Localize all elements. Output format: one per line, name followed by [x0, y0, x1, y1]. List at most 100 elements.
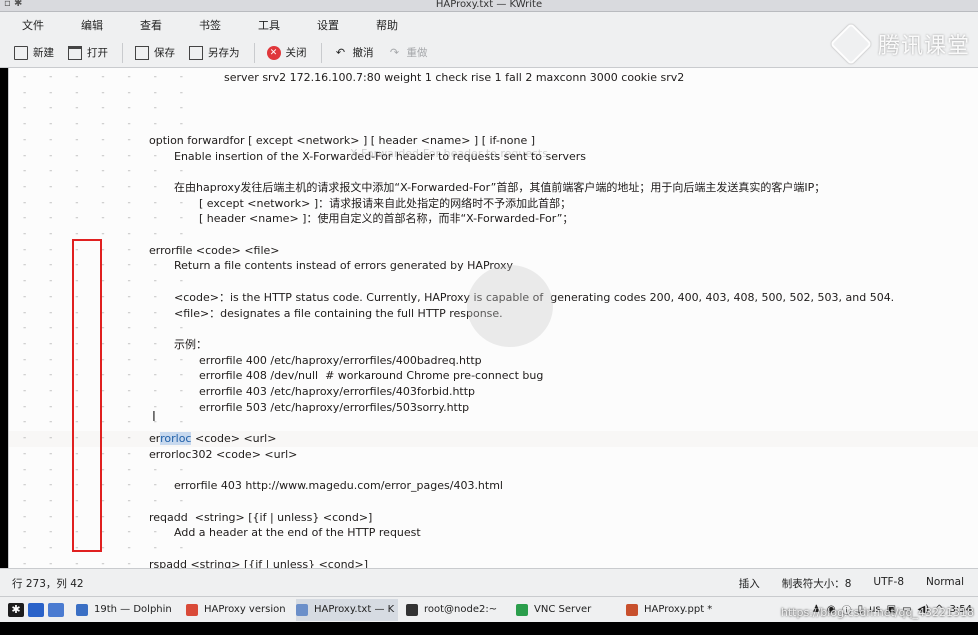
task-label: HAProxy version	[204, 604, 286, 615]
editor-line[interactable]: - - - - - - - errorfile <code> <file>	[9, 243, 978, 259]
indent-guide-dots: - - - - - - -	[23, 197, 184, 208]
redo-label: 重做	[406, 47, 428, 59]
new-label: 新建	[33, 47, 54, 59]
editor-line[interactable]: - - - - - - - 在由haproxy发往后端主机的请求报文中添加“X-F…	[9, 180, 978, 196]
new-document-icon	[14, 45, 28, 60]
selected-text[interactable]: rorloc	[160, 432, 192, 446]
indent-guide-dots: - - - - - - -	[23, 291, 184, 302]
editor-line[interactable]: - - - - - - -	[9, 463, 978, 479]
editor-line[interactable]: - - - - - - - [ header <name> ]：使用自定义的首部名…	[9, 211, 978, 227]
indent-guide-dots: - - - - - - -	[23, 495, 184, 506]
indent-guide-dots: - - - - - - -	[23, 527, 184, 538]
editor-line[interactable]: - - - - - - - errorloc302 <code> <url>	[9, 447, 978, 463]
undo-button[interactable]: ↶ 撤消	[334, 45, 374, 60]
app-icon	[406, 603, 418, 616]
folder-open-icon	[68, 45, 82, 60]
editor-line[interactable]: - - - - - - - [ except <network> ]：请求报请来自…	[9, 196, 978, 212]
editor-line[interactable]: - - - - - - -	[9, 117, 978, 133]
open-button[interactable]: 打开	[68, 45, 108, 60]
line-text: Add a header at the end of the HTTP requ…	[174, 526, 421, 540]
save-as-icon	[189, 45, 203, 60]
editor-line[interactable]: - - - - - - -	[9, 86, 978, 102]
highlight-mode[interactable]: Normal	[926, 576, 964, 591]
editor-line[interactable]: - - - - - - - rspadd <string> [{if | unle…	[9, 557, 978, 568]
menu-tools[interactable]: 工具	[258, 17, 280, 33]
menu-view[interactable]: 查看	[140, 17, 162, 33]
toolbar-separator	[122, 42, 123, 63]
watermark-text: 腾讯课堂	[877, 34, 970, 59]
save-as-button[interactable]: 另存为	[189, 45, 240, 60]
line-text: errorloc <code> <url>	[149, 432, 277, 446]
app-icon	[516, 603, 528, 616]
new-button[interactable]: 新建	[14, 45, 54, 60]
indent-guide-dots: - - - - - - -	[23, 386, 184, 396]
editor-line[interactable]: - - - - - - - server srv2 172.16.100.7:80…	[9, 70, 978, 86]
editor-line[interactable]: - - - - - - -	[9, 494, 978, 510]
save-as-label: 另存为	[208, 47, 240, 59]
indent-guide-dots: - - - - - - -	[23, 543, 184, 553]
tab-size[interactable]: 制表符大小：8	[782, 576, 852, 591]
editor-line[interactable]: - - - - - - - errorfile 403 http://www.ma…	[9, 478, 978, 494]
overlay-text: X-Forwarded-For header to requests	[350, 147, 548, 160]
launchers: ✱	[0, 602, 68, 617]
taskbar-task[interactable]: HAProxy version	[186, 599, 288, 621]
toolbar-separator	[253, 42, 255, 63]
undo-icon: ↶	[335, 45, 346, 59]
window-title: HAProxy.txt — KWrite	[435, 0, 543, 10]
line-text: errorfile <code> <file>	[149, 243, 280, 257]
task-label: root@node2:~	[424, 604, 498, 615]
indent-guide-dots: - - - - - - -	[23, 370, 184, 381]
indent-guide-dots: - - - - - - -	[23, 260, 184, 271]
taskbar-task[interactable]: VNC Server	[516, 599, 618, 621]
url-watermark: https://blog.csdn.net/qq_43221318	[780, 606, 974, 619]
task-label: VNC Server	[534, 604, 592, 615]
indent-guide-dots: - - - - - - -	[23, 401, 184, 412]
menu-bookmarks[interactable]: 书签	[199, 17, 221, 33]
indent-guide-dots: - - - - - - -	[23, 354, 184, 365]
line-text: 在由haproxy发往后端主机的请求报文中添加“X-Forwarded-For”…	[174, 180, 826, 194]
taskbar-task[interactable]: 19th — Dolphin	[76, 599, 178, 621]
close-icon: ✕	[266, 45, 281, 60]
cursor-position[interactable]: 行 273，列 42	[12, 576, 84, 591]
menu-edit[interactable]: 编辑	[81, 17, 103, 33]
indent-guide-dots: - - - - - - -	[23, 338, 184, 349]
editor-line[interactable]: - - - - - - -	[9, 101, 978, 117]
circle-overlay	[467, 265, 553, 347]
app-icon	[186, 603, 198, 616]
redo-icon: ↷	[389, 45, 400, 59]
indent-guide-dots: - - - - - - -	[23, 119, 184, 130]
editor-line[interactable]: - - - - - - - errorloc <code> <url>	[9, 431, 978, 447]
line-text: errorfile 400 /etc/haproxy/errorfiles/40…	[199, 353, 482, 367]
editor-line[interactable]: - - - - - - - errorfile 403 /etc/haproxy/…	[9, 384, 978, 400]
menu-settings[interactable]: 设置	[317, 17, 339, 33]
encoding[interactable]: UTF-8	[873, 576, 904, 591]
editor-line[interactable]: - - - - - - - errorfile 408 /dev/null # w…	[9, 368, 978, 384]
editor-line[interactable]: - - - - - - -	[9, 227, 978, 243]
taskbar-task[interactable]: root@node2:~	[406, 599, 508, 621]
editor-line[interactable]: - - - - - - - Add a header at the end of …	[9, 525, 978, 541]
line-text: rspadd <string> [{if | unless} <cond>]	[149, 557, 369, 568]
line-text: server srv2 172.16.100.7:80 weight 1 che…	[224, 71, 685, 84]
close-button[interactable]: ✕ 关闭	[266, 45, 307, 60]
mail-icon[interactable]	[28, 602, 44, 617]
bottom-strip	[0, 622, 978, 635]
editor-line[interactable]: - - - - - - -	[9, 164, 978, 180]
desktop-pager-icon[interactable]	[48, 602, 64, 617]
kde-menu-icon[interactable]: ✱	[8, 602, 24, 617]
taskbar-task[interactable]: HAProxy.ppt *	[626, 599, 728, 621]
editor-line[interactable]: - - - - - - - reqadd <string> [{if | unle…	[9, 510, 978, 526]
indent-guide-dots: - - - - - - -	[23, 181, 184, 192]
menu-bar: 文件 编辑 查看 书签 工具 设置 帮助	[0, 12, 978, 38]
taskbar-task[interactable]: HAProxy.txt — K	[296, 598, 398, 621]
open-label: 打开	[87, 47, 108, 59]
close-label: 关闭	[285, 47, 307, 59]
save-button[interactable]: 保存	[135, 45, 175, 60]
indent-guide-dots: - - - - - - -	[23, 464, 184, 475]
editor-line[interactable]: - - - - - - -	[9, 541, 978, 557]
redo-button[interactable]: ↷ 重做	[388, 45, 428, 60]
editor-line[interactable]: - - - - - - - errorfile 400 /etc/haproxy/…	[9, 353, 978, 369]
menu-file[interactable]: 文件	[22, 17, 44, 33]
line-text: 示例：	[174, 337, 207, 351]
menu-help[interactable]: 帮助	[376, 17, 398, 33]
input-mode[interactable]: 插入	[739, 576, 760, 591]
